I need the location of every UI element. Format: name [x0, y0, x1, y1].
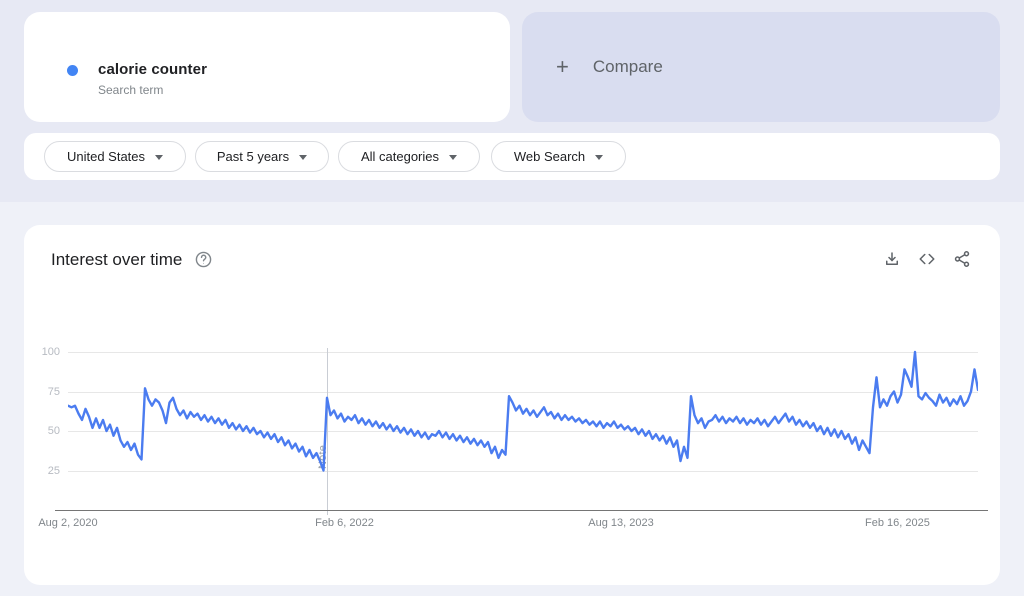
time-filter-dropdown[interactable]: Past 5 years — [195, 141, 329, 172]
x-axis-tick-label: Feb 6, 2022 — [315, 517, 374, 529]
series-color-dot — [67, 65, 78, 76]
category-filter-dropdown[interactable]: All categories — [338, 141, 480, 172]
chevron-down-icon — [299, 154, 308, 160]
search-type-filter-label: Web Search — [513, 149, 586, 164]
y-axis-tick-label: 100 — [41, 346, 60, 358]
y-axis-tick-label: 25 — [47, 464, 60, 477]
interest-over-time-card: Interest over time 25 50 75 100 Note Aug… — [24, 225, 1000, 585]
x-axis-tick-label: Aug 13, 2023 — [588, 517, 654, 529]
compare-add-button[interactable]: + Compare — [522, 12, 1000, 122]
search-term-text: calorie counter — [98, 61, 208, 78]
geo-filter-dropdown[interactable]: United States — [44, 141, 186, 172]
x-axis-tick-label: Aug 2, 2020 — [38, 517, 98, 529]
chart-actions — [882, 249, 972, 269]
download-icon[interactable] — [882, 249, 902, 269]
y-axis-tick-label: 50 — [47, 425, 60, 437]
trend-line-series — [68, 350, 978, 472]
share-icon[interactable] — [952, 249, 972, 269]
embed-icon[interactable] — [917, 249, 937, 269]
geo-filter-label: United States — [66, 149, 146, 164]
chevron-down-icon — [595, 154, 604, 160]
chevron-down-icon — [449, 154, 458, 160]
filter-bar: United States Past 5 years All categorie… — [24, 133, 1000, 180]
y-axis-tick-label: 75 — [47, 385, 60, 398]
category-filter-label: All categories — [360, 149, 440, 164]
line-chart-plot[interactable]: 25 50 75 100 Note Aug 2, 2020 Feb 6, 2022 Aug 1… — [38, 345, 988, 529]
chevron-down-icon — [155, 154, 164, 160]
plus-icon: + — [556, 54, 569, 79]
time-filter-label: Past 5 years — [216, 149, 290, 164]
x-axis-tick-label: Feb 16, 2025 — [865, 517, 930, 529]
google-trends-explore-page: calorie counter Search term + Compare Un… — [0, 0, 1024, 596]
search-type-filter-dropdown[interactable]: Web Search — [491, 141, 626, 172]
search-term-card[interactable]: calorie counter Search term — [24, 12, 510, 122]
query-header-section: calorie counter Search term + Compare Un… — [0, 0, 1024, 202]
compare-label: Compare — [592, 57, 663, 76]
search-term-type-label: Search term — [98, 83, 164, 97]
help-icon[interactable] — [195, 251, 212, 268]
section-title: Interest over time — [51, 250, 183, 269]
